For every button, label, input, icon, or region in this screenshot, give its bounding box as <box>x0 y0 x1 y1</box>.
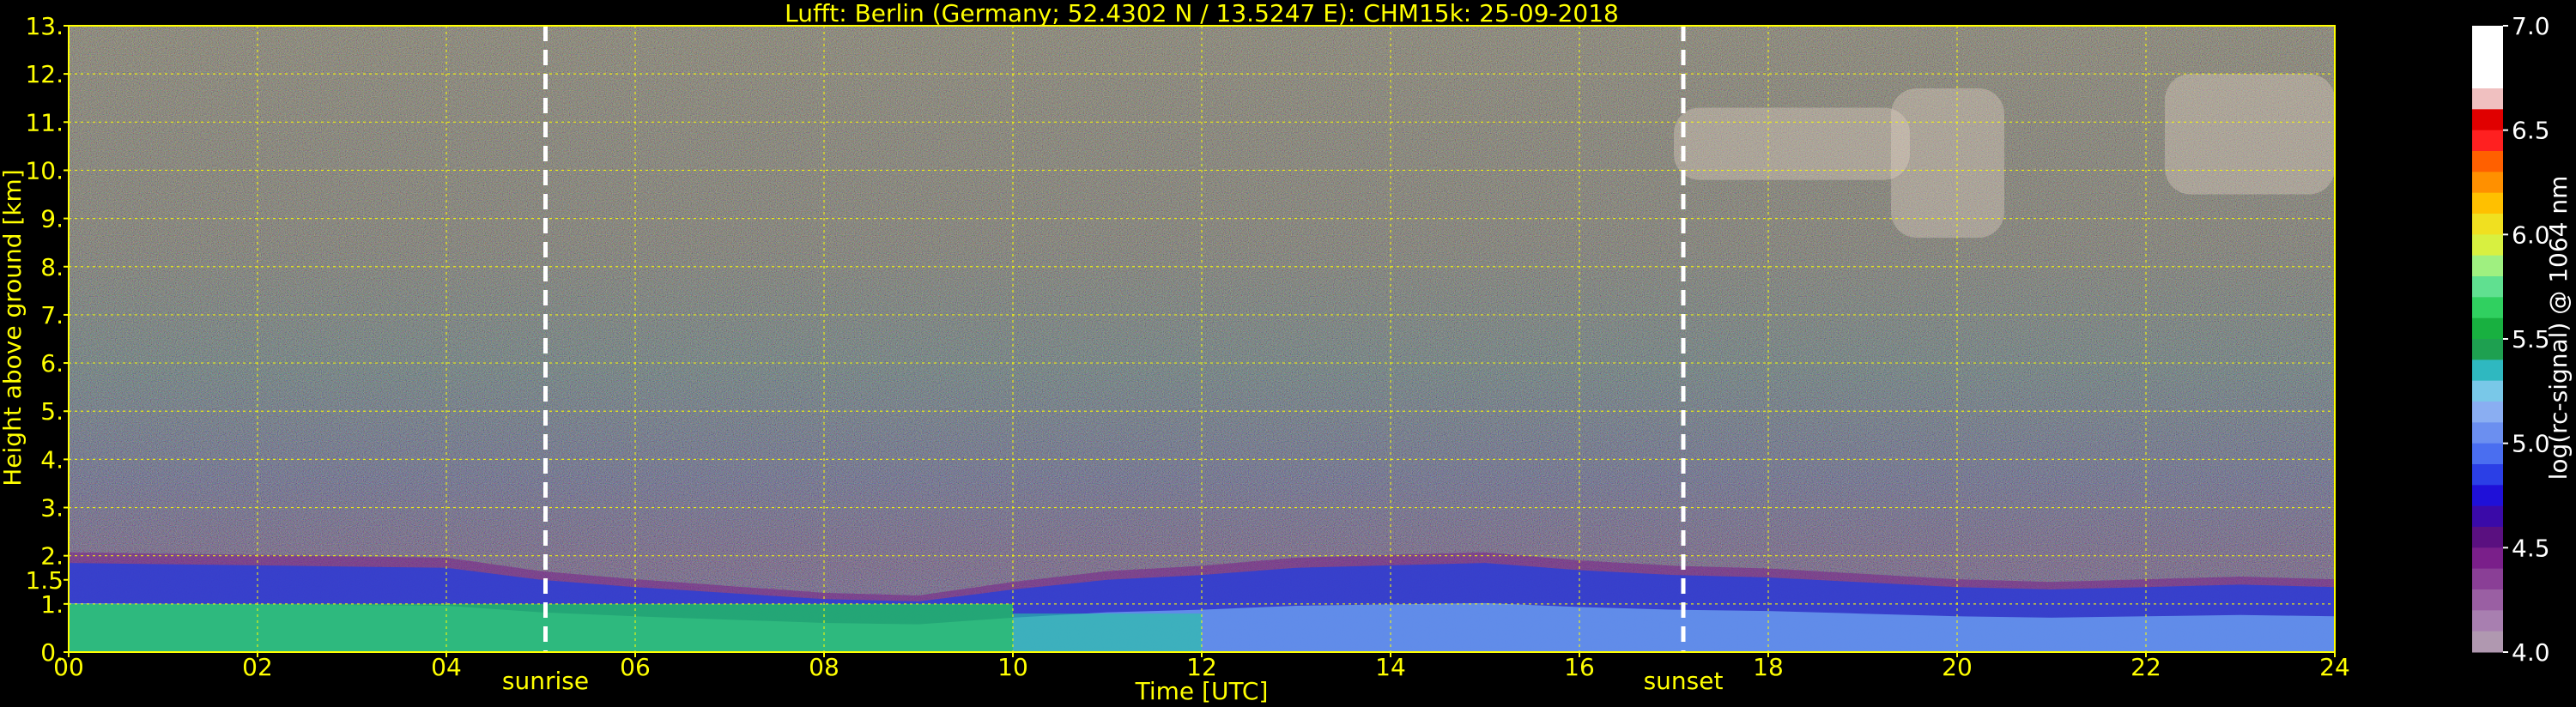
colorbar-ticks: 4.04.55.05.56.06.57.0 <box>2503 12 2550 667</box>
y-tick-label: 4. <box>40 445 64 474</box>
x-axis-label: Time [UTC] <box>1135 677 1269 705</box>
colorbar-segment <box>2472 464 2503 486</box>
colorbar-tick-label: 4.0 <box>2512 638 2550 667</box>
y-tick-label: 6. <box>40 349 64 378</box>
y-tick-label: 11. <box>25 108 64 136</box>
cirrus-cloud <box>2165 74 2335 195</box>
colorbar-segment <box>2472 26 2503 47</box>
colorbar-segment <box>2472 276 2503 298</box>
y-tick-label: 13. <box>25 12 64 40</box>
colorbar-segment <box>2472 527 2503 548</box>
colorbar-segment <box>2472 297 2503 319</box>
cirrus-cloud <box>1891 88 2004 239</box>
colorbar-label: log(rc-signal) @ 1064 nm <box>2544 176 2573 480</box>
sunrise-label: sunrise <box>502 667 589 695</box>
y-tick-label: 1.5 <box>25 566 64 595</box>
y-tick-label: 1. <box>40 590 64 619</box>
colorbar-segment <box>2472 172 2503 194</box>
y-tick-label: 2. <box>40 542 64 571</box>
colorbar-segment <box>2472 443 2503 465</box>
x-tick-label: 22 <box>2131 653 2161 681</box>
colorbar-segment <box>2472 568 2503 590</box>
colorbar-segment <box>2472 192 2503 215</box>
y-axis-ticks: 0. 1.1.52. 3. 4. 5. 6. 7. 8. 9. 10. 11. 12. 13. <box>25 12 69 667</box>
residual-layer-green <box>69 603 1013 652</box>
colorbar-segment <box>2472 339 2503 360</box>
colorbar-segment <box>2472 109 2503 131</box>
x-tick-label: 02 <box>242 653 273 681</box>
colorbar-segment <box>2472 151 2503 172</box>
y-tick-label: 5. <box>40 397 64 426</box>
colorbar-segment <box>2472 631 2503 653</box>
y-tick-label: 9. <box>40 205 64 233</box>
colorbar-segment <box>2472 402 2503 423</box>
x-tick-label: 10 <box>997 653 1028 681</box>
colorbar-segment <box>2472 485 2503 507</box>
colorbar-segment <box>2472 130 2503 152</box>
colorbar-segment <box>2472 214 2503 235</box>
y-tick-label: 3. <box>40 494 64 523</box>
colorbar-segment <box>2472 610 2503 632</box>
colorbar-segment <box>2472 67 2503 89</box>
colorbar-segment <box>2472 422 2503 444</box>
sunset-label: sunset <box>1644 667 1724 695</box>
x-tick-label: 04 <box>431 653 462 681</box>
colorbar-segment <box>2472 589 2503 611</box>
x-tick-label: 16 <box>1564 653 1595 681</box>
y-tick-label: 12. <box>25 60 64 88</box>
y-tick-label: 7. <box>40 301 64 329</box>
chart-title: Lufft: Berlin (Germany; 52.4302 N / 13.5… <box>785 0 1619 27</box>
colorbar-segment <box>2472 317 2503 340</box>
cirrus-cloud <box>1674 107 1910 180</box>
y-tick-label: 0. <box>40 638 64 667</box>
marker-labels: sunrise sunset <box>502 667 1724 695</box>
colorbar-tick-label: 7.0 <box>2512 12 2550 40</box>
x-tick-label: 18 <box>1753 653 1784 681</box>
ceilometer-chart: 00 02 04 06 08 10 12 14 16 18 20 22 24 0.1.1.52.3.4.… <box>0 0 2573 705</box>
colorbar-segment <box>2472 547 2503 570</box>
colorbar-segment <box>2472 360 2503 382</box>
colorbar-tick-label: 6.5 <box>2512 117 2550 145</box>
y-tick-label: 10. <box>25 156 64 184</box>
plot-area <box>68 25 2336 653</box>
x-tick-label: 14 <box>1375 653 1406 681</box>
colorbar <box>2472 26 2503 653</box>
colorbar-segment <box>2472 234 2503 257</box>
colorbar-segment <box>2472 380 2503 402</box>
y-tick-label: 8. <box>40 253 64 281</box>
x-tick-label: 08 <box>809 653 839 681</box>
x-tick-label: 20 <box>1942 653 1973 681</box>
colorbar-segment <box>2472 88 2503 110</box>
colorbar-segment <box>2472 255 2503 277</box>
x-tick-label: 24 <box>2319 653 2350 681</box>
colorbar-tick-label: 4.5 <box>2512 534 2550 562</box>
colorbar-segment <box>2472 505 2503 528</box>
x-tick-label: 06 <box>620 653 651 681</box>
residual-layer-teal <box>1013 613 1202 652</box>
y-axis-label: Height above ground [km] <box>0 169 27 486</box>
colorbar-segment <box>2472 46 2503 69</box>
